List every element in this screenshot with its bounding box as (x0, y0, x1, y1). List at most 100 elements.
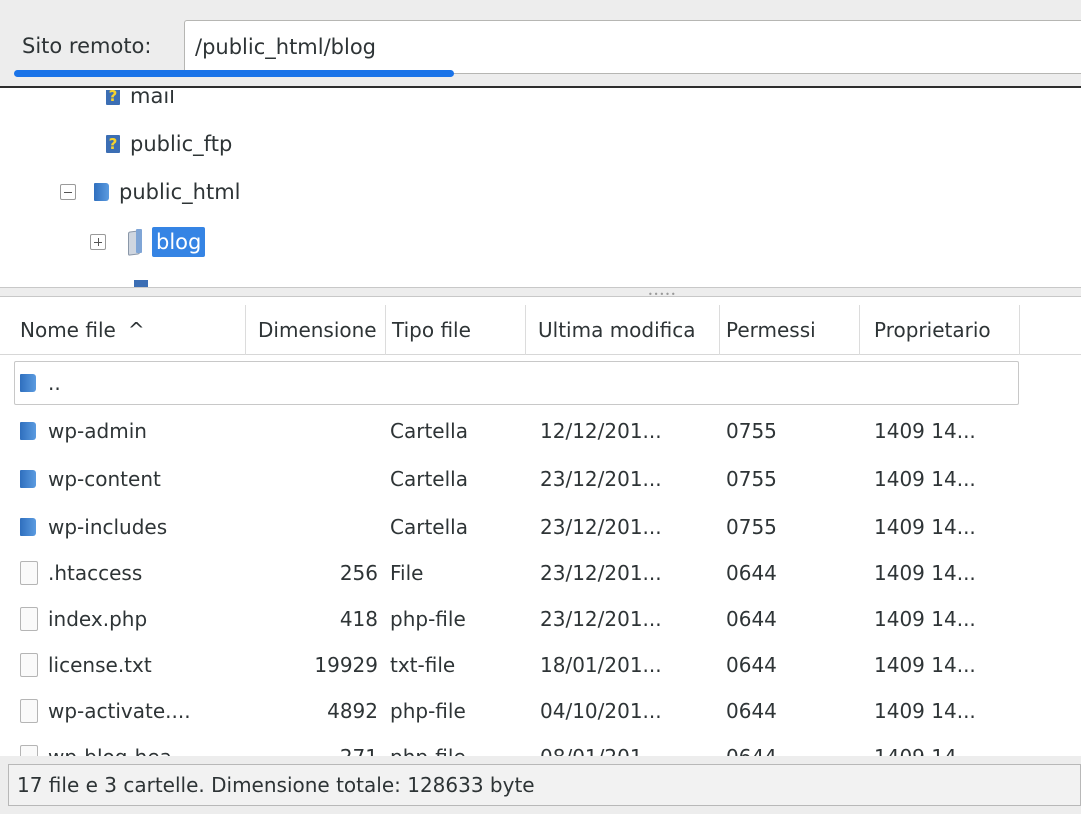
sort-ascending-icon: ^ (127, 318, 145, 342)
file-owner: 1409 14... (874, 653, 976, 677)
file-type: Cartella (390, 467, 468, 491)
column-header-label: Ultima modifica (538, 318, 696, 342)
file-name-cell: wp-content (20, 455, 246, 503)
folder-icon (20, 374, 36, 392)
tree-item-label: public_ftp (130, 132, 233, 156)
file-permissions: 0755 (726, 515, 777, 539)
file-row[interactable]: license.txt 19929 txt-file 18/01/201... 0644… (0, 641, 1081, 689)
expand-icon[interactable] (90, 234, 106, 250)
file-icon (20, 607, 38, 631)
column-header-name[interactable]: Nome file ^ (8, 305, 246, 355)
column-header-label: Nome file (20, 318, 116, 342)
open-folder-icon (124, 229, 146, 255)
file-owner: 1409 14... (874, 607, 976, 631)
column-header-size[interactable]: Dimensione (246, 305, 386, 355)
file-name-cell: license.txt (20, 641, 246, 689)
file-type: txt-file (390, 653, 456, 677)
collapse-icon[interactable] (60, 184, 76, 200)
unknown-folder-icon: ? (106, 90, 120, 105)
remote-site-label: Sito remoto: (22, 34, 152, 58)
file-permissions: 0755 (726, 419, 777, 443)
file-modified: 23/12/201... (540, 515, 662, 539)
file-modified: 23/12/201... (540, 607, 662, 631)
file-name-cell: index.php (20, 595, 246, 643)
file-modified: 23/12/201... (540, 467, 662, 491)
file-modified (540, 359, 720, 407)
file-row[interactable]: wp-admin Cartella 12/12/201... 0755 1409 14.… (0, 407, 1081, 455)
file-name-cell: wp-activate.... (20, 687, 246, 735)
column-header-label: Dimensione (258, 318, 377, 342)
file-row[interactable]: wp-content Cartella 23/12/201... 0755 1409 1… (0, 455, 1081, 503)
remote-path-input[interactable]: /public_html/blog (184, 20, 1081, 74)
folder-icon (94, 183, 109, 201)
file-type: Cartella (390, 419, 468, 443)
file-row[interactable]: wp-activate.... 4892 php-file 04/10/201... 0… (0, 687, 1081, 735)
tree-item-public-ftp[interactable]: ? public_ftp (106, 124, 232, 164)
folder-icon (20, 422, 36, 440)
file-type: php-file (390, 607, 466, 631)
loading-progress-bar (14, 70, 454, 77)
file-name: .htaccess (48, 561, 143, 585)
file-name: wp-content (48, 467, 161, 491)
column-header-permissions[interactable]: Permessi (720, 305, 860, 355)
tree-item-label: mail (130, 90, 175, 108)
status-bar: 17 file e 3 cartelle. Dimensione totale:… (8, 764, 1081, 806)
file-icon (20, 561, 38, 585)
splitter-grip-icon: ••••• (648, 290, 677, 299)
file-name: wp-includes (48, 515, 168, 539)
file-size: 256 (339, 561, 378, 585)
file-name-cell: wp-admin (20, 407, 246, 455)
file-name: wp-activate.... (48, 699, 191, 723)
file-modified: 12/12/201... (540, 419, 662, 443)
file-name-cell: .. (20, 359, 246, 407)
file-permissions: 0755 (726, 467, 777, 491)
remote-site-bar: Sito remoto: /public_html/blog (0, 0, 1081, 88)
file-name: wp-admin (48, 419, 147, 443)
column-header-label: Tipo file (392, 318, 471, 342)
column-header-owner[interactable]: Proprietario (860, 305, 1020, 355)
partial-tree-item (134, 280, 148, 287)
file-name: .. (48, 371, 61, 395)
file-type: Cartella (390, 515, 468, 539)
file-size (246, 455, 378, 503)
file-owner: 1409 14... (874, 699, 976, 723)
file-size (246, 359, 378, 407)
file-modified: 18/01/201... (540, 653, 662, 677)
folder-icon (20, 518, 36, 536)
file-row[interactable]: index.php 418 php-file 23/12/201... 0644 1409… (0, 595, 1081, 643)
tree-item-public-html[interactable]: public_html (60, 172, 241, 212)
tree-item-mail[interactable]: ? mail (106, 90, 175, 116)
tree-item-label: blog (152, 227, 206, 257)
pane-splitter[interactable]: ••••• (0, 287, 1081, 299)
file-permissions: 0644 (726, 561, 777, 585)
file-type (390, 359, 526, 407)
file-size: 4892 (327, 699, 378, 723)
folder-icon (20, 470, 36, 488)
column-header-modified[interactable]: Ultima modifica (526, 305, 720, 355)
file-type: File (390, 561, 424, 585)
remote-directory-tree[interactable]: ? mail ? public_ftp public_html blog (0, 90, 1081, 287)
file-icon (20, 699, 38, 723)
file-row[interactable]: .htaccess 256 File 23/12/201... 0644 1409 14.… (0, 549, 1081, 597)
file-icon (20, 653, 38, 677)
file-row[interactable]: wp-includes Cartella 23/12/201... 0755 1409 … (0, 503, 1081, 551)
file-name-cell: wp-includes (20, 503, 246, 551)
file-permissions: 0644 (726, 699, 777, 723)
unknown-folder-icon: ? (106, 135, 120, 153)
file-size (246, 407, 378, 455)
column-header-type[interactable]: Tipo file (386, 305, 526, 355)
tree-item-blog[interactable]: blog (90, 222, 206, 262)
file-modified: 04/10/201... (540, 699, 662, 723)
file-size: 19929 (314, 653, 378, 677)
file-name: index.php (48, 607, 148, 631)
file-size (246, 503, 378, 551)
file-owner: 1409 14... (874, 561, 976, 585)
column-header-label: Permessi (726, 318, 816, 342)
file-owner: 1409 14... (874, 419, 976, 443)
file-permissions: 0644 (726, 653, 777, 677)
tree-item-label: public_html (119, 180, 241, 204)
file-owner (874, 359, 1020, 407)
file-row[interactable]: .. (0, 359, 1081, 407)
file-owner: 1409 14... (874, 467, 976, 491)
column-header-label: Proprietario (874, 318, 991, 342)
